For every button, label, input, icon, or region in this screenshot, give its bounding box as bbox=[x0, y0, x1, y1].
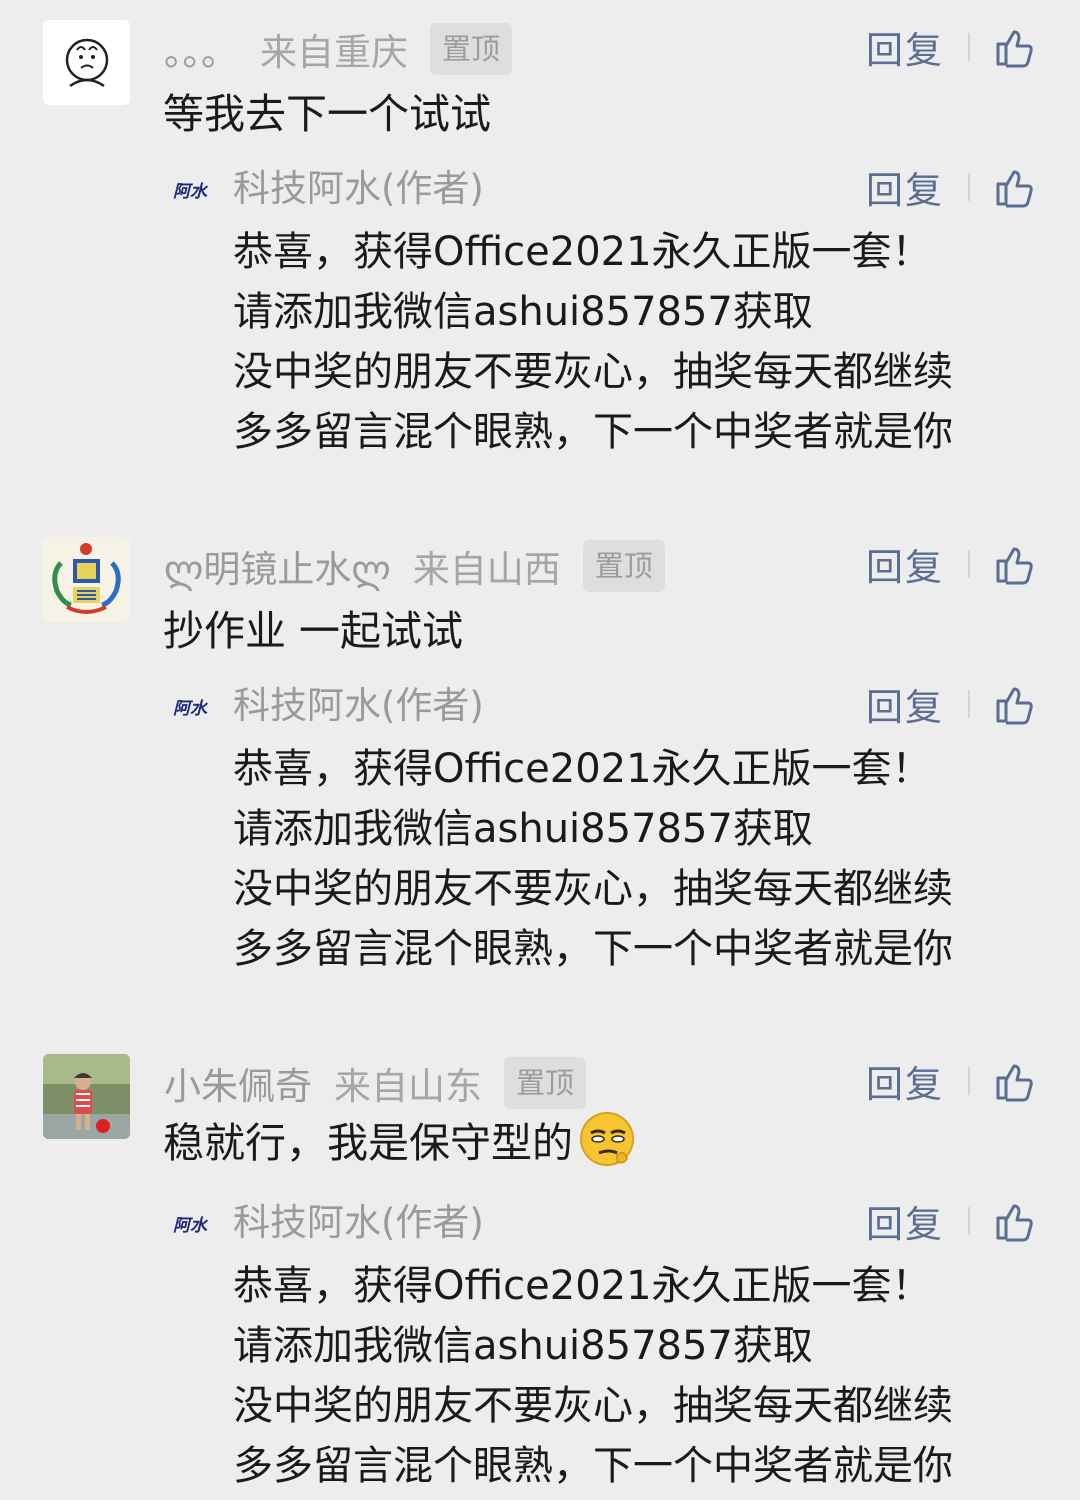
pin-button[interactable]: 置顶 bbox=[582, 540, 665, 592]
action-divider bbox=[968, 550, 970, 578]
thumbs-up-icon bbox=[996, 170, 1033, 208]
reply-line: 请添加我微信ashui857857获取 bbox=[233, 289, 813, 335]
author-reply-text: 恭喜，获得Office2021永久正版一套！ 请添加我微信ashui857857… bbox=[233, 222, 953, 462]
commenter-location: 来自重庆 bbox=[260, 31, 408, 74]
like-button[interactable] bbox=[994, 26, 1036, 68]
reply-button[interactable]: 回复 bbox=[866, 1194, 944, 1248]
reply-button[interactable]: 回复 bbox=[866, 1054, 944, 1108]
like-button[interactable] bbox=[994, 543, 1036, 585]
user-avatar[interactable] bbox=[43, 1054, 130, 1139]
pin-button[interactable]: 置顶 bbox=[430, 23, 513, 75]
action-divider bbox=[968, 33, 970, 61]
reply-line: 没中奖的朋友不要灰心，抽奖每天都继续 bbox=[233, 349, 953, 395]
reply-line: 请添加我微信ashui857857获取 bbox=[233, 806, 813, 852]
author-logo: 阿水 bbox=[173, 181, 207, 202]
author-nickname[interactable]: 科技阿水(作者) bbox=[233, 1194, 484, 1252]
comment-text: 稳就行，我是保守型的 bbox=[163, 1119, 573, 1167]
reply-button[interactable]: 回复 bbox=[866, 677, 944, 731]
reply-line: 请添加我微信ashui857857获取 bbox=[233, 1323, 813, 1369]
comment-text-row: 稳就行，我是保守型的 bbox=[163, 1106, 637, 1172]
action-divider bbox=[968, 1067, 970, 1095]
commenter-location: 来自山西 bbox=[412, 548, 561, 591]
reply-line: 没中奖的朋友不要灰心，抽奖每天都继续 bbox=[233, 866, 953, 912]
reply-line: 多多留言混个眼熟，下一个中奖者就是你 bbox=[233, 409, 953, 455]
comment-list: 。。。 来自重庆 置顶 回复 等我去下一个试试 阿水 科技阿水(作者) 回复 恭… bbox=[0, 0, 1080, 1500]
reply-line: 没中奖的朋友不要灰心，抽奖每天都继续 bbox=[233, 1383, 953, 1429]
reply-line: 多多留言混个眼熟，下一个中奖者就是你 bbox=[233, 1443, 953, 1489]
thumbs-up-icon bbox=[996, 547, 1033, 585]
sketch-face-icon bbox=[65, 38, 109, 88]
reply-line: 恭喜，获得Office2021永久正版一套！ bbox=[233, 746, 932, 792]
action-divider bbox=[968, 1207, 970, 1235]
commenter-nickname[interactable]: 。。。 bbox=[164, 22, 238, 76]
like-button[interactable] bbox=[994, 683, 1036, 725]
action-divider bbox=[968, 173, 970, 201]
action-divider bbox=[968, 690, 970, 718]
like-button[interactable] bbox=[994, 1200, 1036, 1242]
pin-button[interactable]: 置顶 bbox=[504, 1057, 587, 1109]
author-reply-text: 恭喜，获得Office2021永久正版一套！ 请添加我微信ashui857857… bbox=[233, 739, 953, 979]
reply-line: 多多留言混个眼熟，下一个中奖者就是你 bbox=[233, 926, 953, 972]
reply-button[interactable]: 回复 bbox=[866, 20, 944, 74]
commenter-nickname[interactable]: 小朱佩奇 bbox=[164, 1056, 312, 1110]
user-avatar[interactable] bbox=[43, 537, 130, 622]
author-logo: 阿水 bbox=[173, 1215, 207, 1236]
author-logo: 阿水 bbox=[173, 698, 207, 719]
thumbs-up-icon bbox=[996, 30, 1033, 68]
commenter-nickname[interactable]: ლ明镜止水ლ bbox=[164, 539, 391, 593]
author-nickname[interactable]: 科技阿水(作者) bbox=[233, 160, 484, 218]
commenter-location: 来自山东 bbox=[334, 1065, 482, 1108]
emblem-icon bbox=[43, 537, 130, 622]
reply-line: 恭喜，获得Office2021永久正版一套！ bbox=[233, 229, 932, 275]
user-avatar[interactable] bbox=[43, 20, 130, 105]
reply-button[interactable]: 回复 bbox=[866, 160, 944, 214]
like-button[interactable] bbox=[994, 1060, 1036, 1102]
comment-text: 等我去下一个试试 bbox=[163, 90, 491, 138]
child-photo-icon bbox=[43, 1054, 130, 1139]
thumbs-up-icon bbox=[996, 1204, 1033, 1242]
comment-text: 抄作业 一起试试 bbox=[163, 607, 464, 655]
author-nickname[interactable]: 科技阿水(作者) bbox=[233, 677, 484, 735]
smug-emoji-icon bbox=[580, 1112, 634, 1166]
reply-button[interactable]: 回复 bbox=[866, 537, 944, 591]
thumbs-up-icon bbox=[996, 687, 1033, 725]
like-button[interactable] bbox=[994, 166, 1036, 208]
author-reply-text: 恭喜，获得Office2021永久正版一套！ 请添加我微信ashui857857… bbox=[233, 1256, 953, 1496]
thumbs-up-icon bbox=[996, 1064, 1033, 1102]
reply-line: 恭喜，获得Office2021永久正版一套！ bbox=[233, 1263, 932, 1309]
